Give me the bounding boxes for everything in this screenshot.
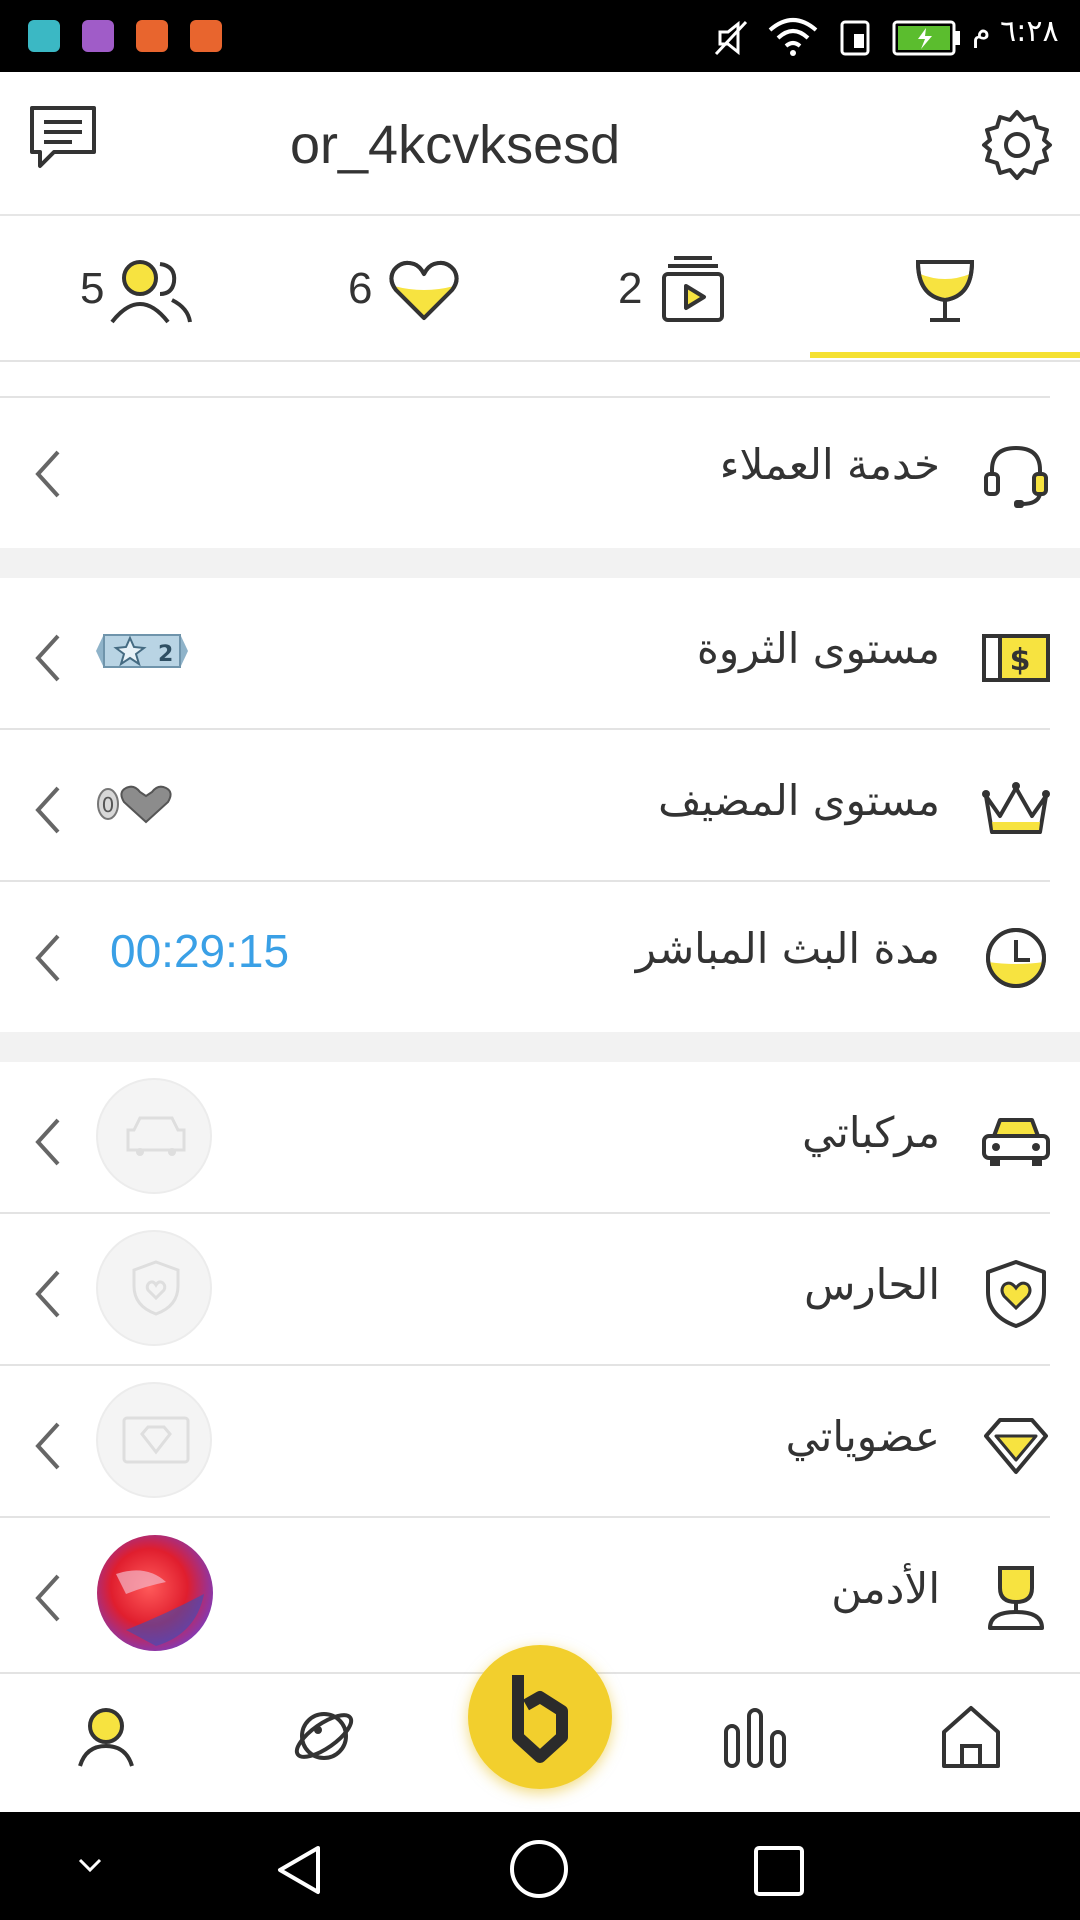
menu-label: الحارس <box>804 1260 940 1309</box>
likes-count: 6 <box>348 264 373 313</box>
tab-likes[interactable]: 6 <box>270 218 540 362</box>
shield-placeholder-icon <box>132 1260 180 1316</box>
tab-followers[interactable]: 5 <box>0 218 270 362</box>
videos-count: 2 <box>618 264 643 313</box>
profile-header: or_4kcvksesd <box>0 72 1080 216</box>
chevron-down-icon[interactable] <box>72 1848 108 1884</box>
live-duration-value: 00:29:15 <box>110 925 290 977</box>
section-gap <box>0 548 1080 578</box>
admin-icon <box>988 1566 1044 1630</box>
money-icon: $ <box>982 634 1050 682</box>
system-navigation-bar <box>0 1812 1080 1920</box>
back-icon[interactable] <box>272 1842 328 1898</box>
trophy-icon <box>915 260 975 322</box>
settings-gear-icon[interactable] <box>980 108 1054 182</box>
svg-text:0: 0 <box>102 793 115 817</box>
username-title: or_4kcvksesd <box>290 115 621 175</box>
chevron-left-icon <box>35 786 60 834</box>
section-gap <box>0 1032 1080 1062</box>
spacer <box>0 364 1080 396</box>
bigo-logo-icon <box>512 1675 568 1763</box>
diamond-icon <box>984 1418 1048 1474</box>
followers-count: 5 <box>80 264 105 313</box>
chevron-left-icon <box>35 934 60 982</box>
music-icon <box>136 20 168 52</box>
chevron-left-icon <box>35 1574 60 1622</box>
admin-avatar <box>97 1535 213 1651</box>
clock-icon <box>986 928 1046 988</box>
profile-icon[interactable] <box>74 1706 138 1770</box>
bigo-live-button[interactable] <box>468 1645 612 1789</box>
ranking-icon[interactable] <box>722 1706 788 1770</box>
menu-label: مدة البث المباشر <box>635 924 940 973</box>
menu-row-guardian[interactable]: الحارس <box>0 1214 1080 1366</box>
headset-icon <box>984 445 1048 508</box>
menu-row-vehicles[interactable]: مركباتي <box>0 1062 1080 1214</box>
menu-label: مستوى المضيف <box>658 776 940 825</box>
svg-text:$: $ <box>1010 643 1031 678</box>
car-icon <box>982 1118 1050 1166</box>
wealth-level-badge: 2 <box>96 634 188 668</box>
tab-videos[interactable]: 2 <box>540 218 810 362</box>
gallery-icon <box>82 20 114 52</box>
chevron-left-icon <box>35 634 60 682</box>
shield-heart-icon <box>986 1260 1046 1328</box>
menu-label: خدمة العملاء <box>719 440 940 489</box>
menu-label: مستوى الثروة <box>696 624 940 673</box>
chevron-left-icon <box>35 450 60 498</box>
menu-label: عضوياتي <box>785 1412 940 1461</box>
music-icon <box>190 20 222 52</box>
chevron-left-icon <box>35 1270 60 1318</box>
host-level-badge: 0 <box>97 785 172 824</box>
followers-icon <box>110 260 192 324</box>
menu-row-customer-service[interactable]: خدمة العملاء <box>0 398 1080 548</box>
heart-icon <box>389 260 459 320</box>
sim-icon <box>840 20 870 56</box>
menu-label: الأدمن <box>831 1564 940 1613</box>
active-tab-indicator <box>810 352 1080 358</box>
wifi-icon <box>768 18 818 56</box>
mute-icon <box>714 20 748 56</box>
menu-label: مركباتي <box>802 1108 940 1157</box>
svg-text:2: 2 <box>158 642 173 667</box>
menu-row-wealth-level[interactable]: $ مستوى الثروة 2 <box>0 578 1080 730</box>
home-circle-icon[interactable] <box>508 1838 570 1900</box>
crown-icon <box>982 782 1050 834</box>
status-bar: ٦:٢٨ م <box>0 0 1080 72</box>
profile-stats-tabs: 5 6 2 <box>0 218 1080 362</box>
battery-icon <box>892 20 960 56</box>
car-placeholder-icon <box>126 1116 186 1156</box>
planet-icon[interactable] <box>290 1702 358 1770</box>
menu-row-host-level[interactable]: مستوى المضيف 0 <box>0 730 1080 882</box>
recents-icon[interactable] <box>752 1844 806 1898</box>
menu-row-memberships[interactable]: عضوياتي <box>0 1366 1080 1518</box>
membership-card-placeholder-icon <box>122 1416 190 1464</box>
vehicle-placeholder <box>96 1078 212 1194</box>
chat-icon[interactable] <box>26 102 100 176</box>
android-icon <box>28 20 60 52</box>
video-icon <box>662 256 724 322</box>
clock-text: ٦:٢٨ م <box>972 14 1059 49</box>
home-icon[interactable] <box>938 1702 1004 1770</box>
membership-placeholder <box>96 1382 212 1498</box>
tab-achievements[interactable] <box>810 218 1080 362</box>
chevron-left-icon <box>35 1118 60 1166</box>
menu-row-live-duration[interactable]: مدة البث المباشر 00:29:15 <box>0 882 1080 1032</box>
chevron-left-icon <box>35 1422 60 1470</box>
guardian-placeholder <box>96 1230 212 1346</box>
